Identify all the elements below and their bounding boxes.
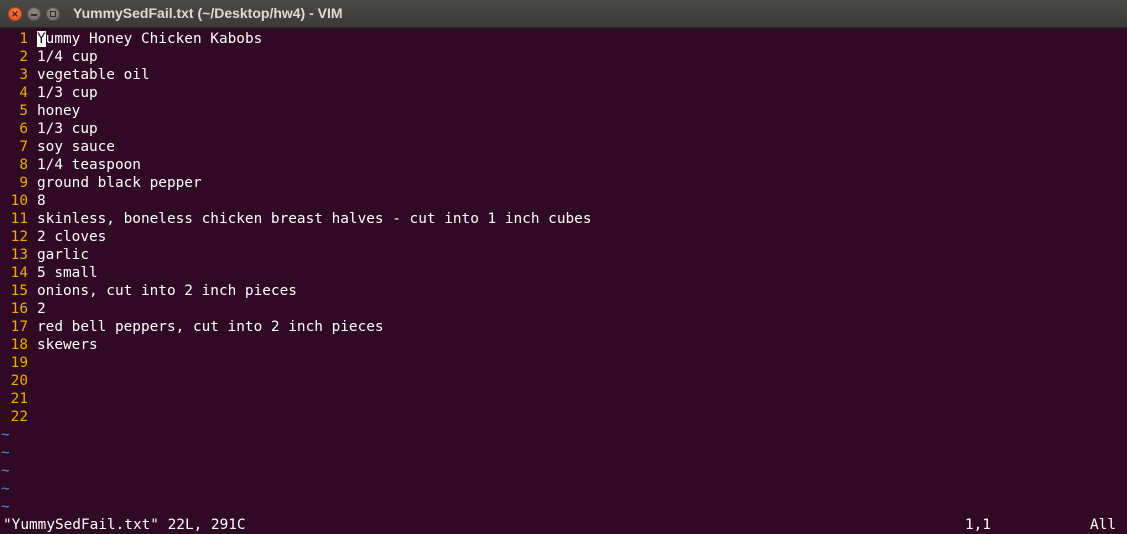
empty-line-tilde: ~ bbox=[1, 463, 10, 479]
buffer-line[interactable]: 18 skewers bbox=[0, 336, 1127, 354]
vim-window: × YummySedFail.txt (~/Desktop/hw4) - VIM… bbox=[0, 0, 1127, 534]
empty-line-tilde: ~ bbox=[1, 445, 10, 461]
line-text[interactable]: 1/4 teaspoon bbox=[37, 156, 141, 174]
line-number: 3 bbox=[19, 67, 28, 83]
line-text[interactable]: onions, cut into 2 inch pieces bbox=[37, 282, 297, 300]
line-text[interactable]: 1/4 cup bbox=[37, 48, 98, 66]
line-number: 11 bbox=[10, 211, 28, 227]
line-text[interactable]: 1/3 cup bbox=[37, 84, 98, 102]
buffer-line[interactable]: 1 Yummy Honey Chicken Kabobs bbox=[0, 30, 1127, 48]
line-number: 13 bbox=[10, 247, 28, 263]
buffer-line[interactable]: 14 5 small bbox=[0, 264, 1127, 282]
line-number: 12 bbox=[10, 229, 28, 245]
line-number: 1 bbox=[19, 31, 28, 47]
buffer-line[interactable]: 19 bbox=[0, 354, 1127, 372]
buffer-line[interactable]: 4 1/3 cup bbox=[0, 84, 1127, 102]
buffer-line[interactable]: 13 garlic bbox=[0, 246, 1127, 264]
buffer-line[interactable]: 5 honey bbox=[0, 102, 1127, 120]
buffer-line[interactable]: 9 ground black pepper bbox=[0, 174, 1127, 192]
scroll-indicator: All bbox=[1090, 517, 1116, 533]
line-number: 6 bbox=[19, 121, 28, 137]
editor-buffer[interactable]: 1 Yummy Honey Chicken Kabobs 2 1/4 cup 3 vege… bbox=[0, 30, 1127, 516]
line-number: 4 bbox=[19, 85, 28, 101]
line-text[interactable]: red bell peppers, cut into 2 inch pieces bbox=[37, 318, 384, 336]
minimize-window-button[interactable] bbox=[27, 7, 41, 21]
close-icon: × bbox=[10, 9, 20, 20]
line-number: 5 bbox=[19, 103, 28, 119]
line-number: 18 bbox=[10, 337, 28, 353]
line-number: 19 bbox=[10, 355, 28, 371]
buffer-line[interactable]: 17 red bell peppers, cut into 2 inch piec… bbox=[0, 318, 1127, 336]
buffer-line[interactable]: 7 soy sauce bbox=[0, 138, 1127, 156]
cursor-position: 1,1 bbox=[965, 517, 991, 533]
line-number: 9 bbox=[19, 175, 28, 191]
line-text[interactable]: 2 bbox=[37, 300, 46, 318]
text-cursor: Y bbox=[37, 31, 46, 47]
line-number: 16 bbox=[10, 301, 28, 317]
line-number: 14 bbox=[10, 265, 28, 281]
line-text[interactable]: vegetable oil bbox=[37, 66, 150, 84]
line-text[interactable]: 5 small bbox=[37, 264, 98, 282]
buffer-line[interactable]: 21 bbox=[0, 390, 1127, 408]
line-text[interactable]: 2 cloves bbox=[37, 228, 106, 246]
command-line: "YummySedFail.txt" 22L, 291C 1,1 All bbox=[0, 516, 1127, 534]
line-number: 21 bbox=[10, 391, 28, 407]
line-number: 20 bbox=[10, 373, 28, 389]
line-text[interactable]: garlic bbox=[37, 246, 89, 264]
close-window-button[interactable]: × bbox=[8, 7, 22, 21]
line-number: 7 bbox=[19, 139, 28, 155]
buffer-line[interactable]: 11 skinless, boneless chicken breast halv… bbox=[0, 210, 1127, 228]
line-number: 22 bbox=[10, 409, 28, 425]
line-number: 17 bbox=[10, 319, 28, 335]
maximize-window-button[interactable] bbox=[46, 7, 60, 21]
line-text[interactable]: ground black pepper bbox=[37, 174, 202, 192]
buffer-line[interactable]: 8 1/4 teaspoon bbox=[0, 156, 1127, 174]
buffer-line[interactable]: 6 1/3 cup bbox=[0, 120, 1127, 138]
window-title: YummySedFail.txt (~/Desktop/hw4) - VIM bbox=[73, 5, 343, 21]
line-number: 8 bbox=[19, 157, 28, 173]
line-text-rest: ummy Honey Chicken Kabobs bbox=[45, 31, 263, 47]
line-text[interactable]: 8 bbox=[37, 192, 46, 210]
buffer-line[interactable]: 2 1/4 cup bbox=[0, 48, 1127, 66]
line-number: 2 bbox=[19, 49, 28, 65]
line-number: 10 bbox=[10, 193, 28, 209]
buffer-line[interactable]: 3 vegetable oil bbox=[0, 66, 1127, 84]
line-number: 15 bbox=[10, 283, 28, 299]
empty-line-tilde: ~ bbox=[1, 499, 10, 515]
line-text[interactable]: skinless, boneless chicken breast halves… bbox=[37, 210, 592, 228]
line-text[interactable]: 1/3 cup bbox=[37, 120, 98, 138]
empty-line-tilde: ~ bbox=[1, 481, 10, 497]
buffer-line[interactable]: 15 onions, cut into 2 inch pieces bbox=[0, 282, 1127, 300]
buffer-line[interactable]: 22 bbox=[0, 408, 1127, 426]
title-bar: × YummySedFail.txt (~/Desktop/hw4) - VIM bbox=[0, 0, 1127, 28]
buffer-line[interactable]: 16 2 bbox=[0, 300, 1127, 318]
line-text[interactable]: Yummy Honey Chicken Kabobs bbox=[37, 30, 262, 48]
buffer-line[interactable]: 20 bbox=[0, 372, 1127, 390]
empty-line-tilde: ~ bbox=[1, 427, 10, 443]
line-text[interactable]: honey bbox=[37, 102, 80, 120]
file-info-message: "YummySedFail.txt" 22L, 291C bbox=[3, 517, 246, 533]
buffer-line[interactable]: 10 8 bbox=[0, 192, 1127, 210]
line-text[interactable]: skewers bbox=[37, 336, 98, 354]
buffer-line[interactable]: 12 2 cloves bbox=[0, 228, 1127, 246]
line-text[interactable]: soy sauce bbox=[37, 138, 115, 156]
